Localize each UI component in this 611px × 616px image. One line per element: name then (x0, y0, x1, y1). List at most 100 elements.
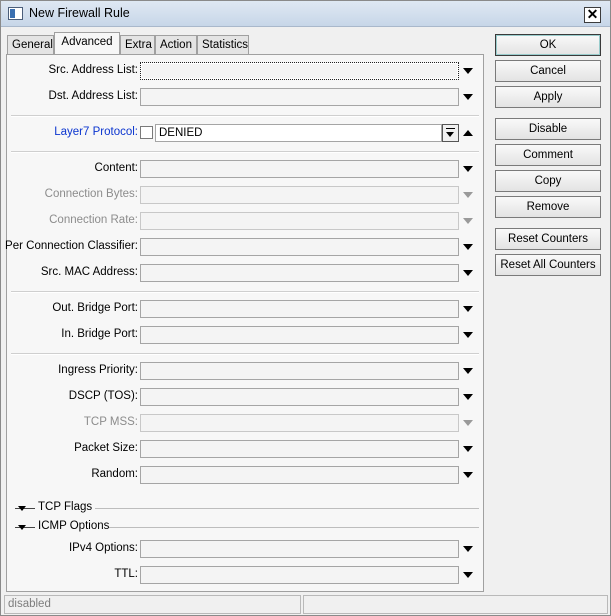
reset-counters-button[interactable]: Reset Counters (495, 228, 601, 250)
per-connection-classifier-dropdown-icon[interactable] (463, 244, 473, 250)
ipv4-options-dropdown-icon[interactable] (463, 546, 473, 552)
src-address-list-row: Src. Address List: (7, 60, 483, 82)
ttl-dropdown-icon[interactable] (463, 572, 473, 578)
window-icon (8, 7, 23, 20)
layer7-protocol-input[interactable]: DENIED (155, 124, 442, 142)
title-bar[interactable]: New Firewall Rule ✕ (1, 1, 610, 27)
per-connection-classifier-row: Per Connection Classifier: (5, 236, 483, 258)
ttl-input[interactable] (140, 566, 459, 584)
out-bridge-port-row: Out. Bridge Port: (7, 298, 483, 320)
connection-bytes-input[interactable] (140, 186, 459, 204)
tcp-flags-label[interactable]: TCP Flags (38, 501, 92, 513)
ingress-priority-label: Ingress Priority: (58, 364, 138, 376)
divider (11, 151, 479, 153)
random-row: Random: (7, 464, 483, 486)
packet-size-dropdown-icon[interactable] (463, 446, 473, 452)
status-secondary (303, 595, 608, 614)
per-connection-classifier-label: Per Connection Classifier: (5, 240, 138, 252)
in-bridge-port-row: In. Bridge Port: (7, 324, 483, 346)
copy-button[interactable]: Copy (495, 170, 601, 192)
connection-rate-label: Connection Rate: (49, 214, 138, 226)
comment-button[interactable]: Comment (495, 144, 601, 166)
content-row: Content: (7, 158, 483, 180)
tcp-flags-section[interactable]: TCP Flags (7, 500, 483, 516)
src-address-list-dropdown-icon[interactable] (463, 68, 473, 74)
disable-button[interactable]: Disable (495, 118, 601, 140)
tab-extra[interactable]: Extra (120, 35, 155, 54)
icmp-options-label[interactable]: ICMP Options (38, 520, 109, 532)
tcp-mss-dropdown-icon (463, 420, 473, 426)
out-bridge-port-label: Out. Bridge Port: (52, 302, 138, 314)
advanced-panel: Src. Address List: Dst. Address List: La… (5, 54, 484, 592)
src-mac-address-row: Src. MAC Address: (7, 262, 483, 284)
random-dropdown-icon[interactable] (463, 472, 473, 478)
layer7-protocol-select-button[interactable] (442, 124, 459, 142)
dscp-tos-row: DSCP (TOS): (7, 386, 483, 408)
random-label: Random: (91, 468, 138, 480)
in-bridge-port-input[interactable] (140, 326, 459, 344)
tcp-mss-row: TCP MSS: (7, 412, 483, 434)
ipv4-options-row: IPv4 Options: (7, 538, 483, 560)
tcp-mss-label: TCP MSS: (83, 416, 138, 428)
connection-rate-row: Connection Rate: (7, 210, 483, 232)
section-rule (95, 508, 479, 509)
per-connection-classifier-input[interactable] (140, 238, 459, 256)
layer7-protocol-label[interactable]: Layer7 Protocol: (54, 126, 138, 138)
expand-triangle-icon[interactable] (18, 525, 26, 530)
content-input[interactable] (140, 160, 459, 178)
tab-general[interactable]: General (7, 35, 54, 54)
close-button[interactable]: ✕ (584, 7, 601, 23)
tab-statistics[interactable]: Statistics (197, 35, 249, 54)
src-mac-address-input[interactable] (140, 264, 459, 282)
window-title: New Firewall Rule (29, 6, 130, 20)
content-label: Content: (94, 162, 138, 174)
connection-bytes-row: Connection Bytes: (7, 184, 483, 206)
dscp-tos-input[interactable] (140, 388, 459, 406)
packet-size-input[interactable] (140, 440, 459, 458)
src-address-list-label: Src. Address List: (48, 64, 138, 76)
connection-rate-dropdown-icon (463, 218, 473, 224)
divider (11, 353, 479, 355)
dscp-tos-label: DSCP (TOS): (68, 390, 138, 402)
layer7-protocol-row: Layer7 Protocol: DENIED (7, 122, 483, 144)
expand-triangle-icon[interactable] (18, 506, 26, 511)
random-input[interactable] (140, 466, 459, 484)
apply-button[interactable]: Apply (495, 86, 601, 108)
tab-action[interactable]: Action (155, 35, 197, 54)
layer7-negate-checkbox[interactable] (140, 126, 153, 139)
ingress-priority-row: Ingress Priority: (7, 360, 483, 382)
content-dropdown-icon[interactable] (463, 166, 473, 172)
icmp-options-section[interactable]: ICMP Options (7, 519, 483, 535)
in-bridge-port-label: In. Bridge Port: (61, 328, 138, 340)
ipv4-options-input[interactable] (140, 540, 459, 558)
close-icon: ✕ (586, 6, 599, 22)
src-address-list-input[interactable] (140, 62, 459, 80)
ingress-priority-input[interactable] (140, 362, 459, 380)
cancel-button[interactable]: Cancel (495, 60, 601, 82)
firewall-rule-dialog: New Firewall Rule ✕ General Advanced Ext… (0, 0, 611, 616)
in-bridge-port-dropdown-icon[interactable] (463, 332, 473, 338)
connection-rate-input[interactable] (140, 212, 459, 230)
src-mac-address-dropdown-icon[interactable] (463, 270, 473, 276)
ttl-row: TTL: (7, 564, 483, 586)
status-state: disabled (4, 595, 301, 614)
tcp-mss-input[interactable] (140, 414, 459, 432)
dst-address-list-label: Dst. Address List: (48, 90, 138, 102)
ok-button[interactable]: OK (495, 34, 601, 56)
out-bridge-port-input[interactable] (140, 300, 459, 318)
ipv4-options-label: IPv4 Options: (68, 542, 138, 554)
dst-address-list-dropdown-icon[interactable] (463, 94, 473, 100)
remove-button[interactable]: Remove (495, 196, 601, 218)
ingress-priority-dropdown-icon[interactable] (463, 368, 473, 374)
divider (11, 291, 479, 293)
reset-all-counters-button[interactable]: Reset All Counters (495, 254, 601, 276)
connection-bytes-dropdown-icon (463, 192, 473, 198)
divider (11, 115, 479, 117)
tab-advanced[interactable]: Advanced (54, 32, 120, 54)
dst-address-list-input[interactable] (140, 88, 459, 106)
layer7-protocol-collapse-icon[interactable] (463, 130, 473, 136)
dst-address-list-row: Dst. Address List: (7, 86, 483, 108)
dscp-tos-dropdown-icon[interactable] (463, 394, 473, 400)
out-bridge-port-dropdown-icon[interactable] (463, 306, 473, 312)
packet-size-label: Packet Size: (74, 442, 138, 454)
